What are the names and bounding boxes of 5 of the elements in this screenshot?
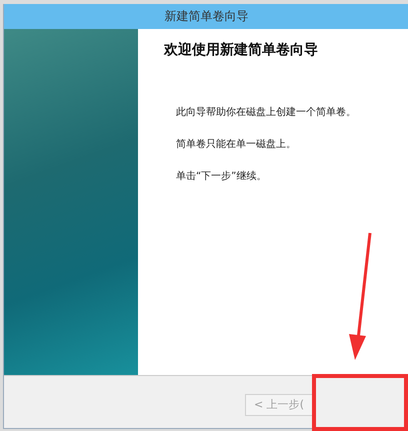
wizard-text: 简单卷只能在单一磁盘上。 <box>176 138 297 151</box>
window-title: 新建简单卷向导 <box>164 8 248 25</box>
wizard-text: 此向导帮助你在磁盘上创建一个简单卷。 <box>176 106 357 119</box>
wizard-text: 单击“下一步”继续。 <box>176 170 268 183</box>
wizard-heading: 欢迎使用新建简单卷向导 <box>164 41 319 59</box>
